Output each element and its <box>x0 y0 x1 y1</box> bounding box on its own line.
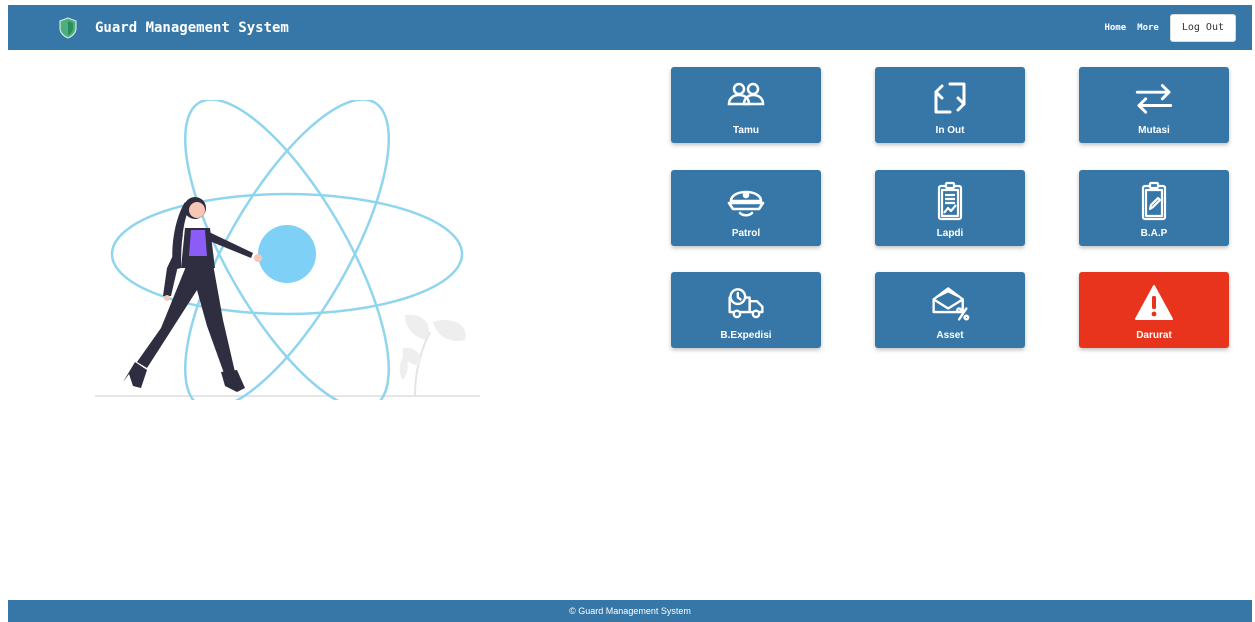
footer-copyright: © Guard Management System <box>569 606 691 616</box>
tile-tamu-label: Tamu <box>733 125 759 136</box>
app-title: Guard Management System <box>95 19 289 36</box>
tile-patrol-label: Patrol <box>731 228 761 239</box>
nav-links: Home More Log Out <box>1104 13 1236 42</box>
tile-mutasi[interactable]: Mutasi <box>1079 67 1229 143</box>
tile-asset-label: Asset <box>936 330 964 341</box>
tile-bap[interactable]: B.A.P <box>1079 170 1229 246</box>
atom-nucleus <box>258 225 316 283</box>
users-icon <box>727 82 765 106</box>
plant-illustration <box>399 314 466 396</box>
navbar: Guard Management System Home More Log Ou… <box>8 5 1252 50</box>
clipboard-edit-icon <box>1141 181 1167 221</box>
warning-icon <box>1135 285 1173 320</box>
tile-mutasi-label: Mutasi <box>1138 125 1170 136</box>
nav-more-link[interactable]: More <box>1137 23 1159 33</box>
envelope-percent-icon <box>932 287 970 321</box>
clipboard-chart-icon <box>937 181 963 221</box>
tile-patrol[interactable]: Patrol <box>671 170 821 246</box>
tile-bap-label: B.A.P <box>1140 228 1168 239</box>
delivery-truck-icon <box>728 288 764 319</box>
nav-home-link[interactable]: Home <box>1104 23 1126 33</box>
tile-lapdi-label: Lapdi <box>936 228 964 239</box>
tile-b-expedisi[interactable]: B.Expedisi <box>671 272 821 348</box>
tile-in-out[interactable]: In Out <box>875 67 1025 143</box>
footer: © Guard Management System <box>8 600 1252 622</box>
atom-woman-illustration <box>95 100 480 400</box>
repeat-icon <box>934 82 966 114</box>
guard-cap-icon <box>727 190 765 217</box>
tile-darurat[interactable]: Darurat <box>1079 272 1229 348</box>
logout-button[interactable]: Log Out <box>1169 13 1236 42</box>
swap-arrows-icon <box>1135 84 1173 114</box>
brand[interactable]: Guard Management System <box>58 16 289 39</box>
tile-in-out-label: In Out <box>935 125 965 136</box>
tile-b-expedisi-label: B.Expedisi <box>720 330 772 341</box>
tile-darurat-label: Darurat <box>1136 330 1172 341</box>
shield-icon <box>59 16 77 39</box>
tile-asset[interactable]: Asset <box>875 272 1025 348</box>
tile-tamu[interactable]: Tamu <box>671 67 821 143</box>
tile-lapdi[interactable]: Lapdi <box>875 170 1025 246</box>
